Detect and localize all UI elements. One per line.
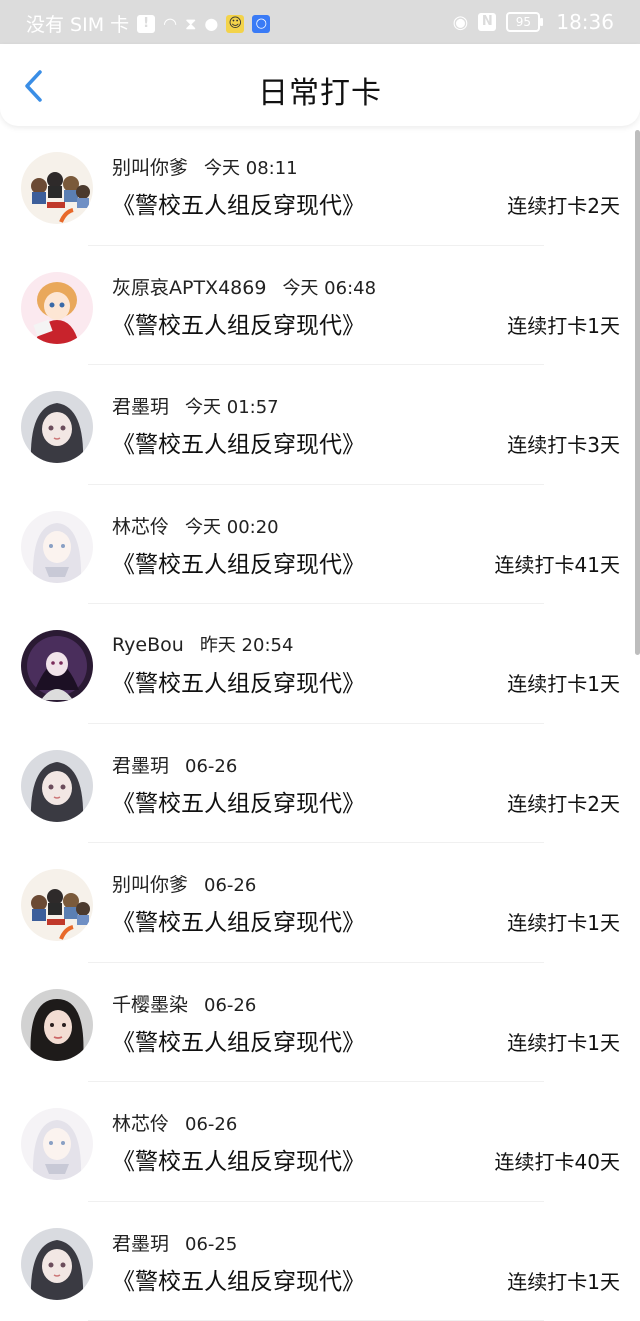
checkin-time: 06-26 [204,875,256,896]
streak-count: 连续打卡3天 [507,429,620,458]
checkin-meta: 君墨玥 06-26 [112,751,237,778]
bulb-icon: ○ [252,15,270,33]
checkin-time: 06-26 [185,1114,237,1135]
book-title[interactable]: 《警校五人组反穿现代》 [112,186,365,220]
checkin-row[interactable]: 灰原哀APTX4869 今天 06:48 《警校五人组反穿现代》 连续打卡1天 [0,246,640,366]
nfc-icon: N [478,13,496,31]
username[interactable]: RyeBou [112,634,184,656]
streak-count: 连续打卡1天 [507,1027,620,1056]
checkin-row[interactable]: RyeBou 昨天 20:54 《警校五人组反穿现代》 连续打卡1天 [0,604,640,724]
username[interactable]: 林芯伶 [112,1113,169,1135]
checkin-row[interactable]: 别叫你爹今天 08:11 《警校五人组反穿现代》 连续打卡2天 [0,126,640,246]
battery-icon: 95 [506,12,540,32]
username[interactable]: 林芯伶 [112,516,169,538]
app-header: 日常打卡 [0,44,640,126]
avatar[interactable] [21,869,93,941]
avatar[interactable] [21,750,93,822]
streak-count: 连续打卡40天 [495,1146,620,1175]
checkin-time: 06-26 [204,995,256,1016]
wifi-icon: ◠ [163,14,177,33]
checkin-row[interactable]: 别叫你爹 06-26 《警校五人组反穿现代》 连续打卡1天 [0,843,640,963]
alert-icon: ! [137,15,155,33]
scrollbar[interactable] [635,130,640,655]
checkin-meta: 千樱墨染 06-26 [112,990,256,1017]
avatar[interactable] [21,989,93,1061]
wechat-icon: ● [204,14,218,33]
eye-icon: ◉ [453,12,469,33]
checkin-time: 今天 01:57 [185,397,279,418]
app-notification-icon: ☺ [226,15,244,33]
username[interactable]: 别叫你爹 [112,157,188,179]
streak-count: 连续打卡41天 [495,549,620,578]
username[interactable]: 别叫你爹 [112,874,188,896]
username[interactable]: 君墨玥 [112,1233,169,1255]
checkin-list[interactable]: 别叫你爹今天 08:11 《警校五人组反穿现代》 连续打卡2天 灰原哀APTX4… [0,126,640,1321]
streak-count: 连续打卡1天 [507,668,620,697]
streak-count: 连续打卡1天 [507,1266,620,1295]
username[interactable]: 君墨玥 [112,396,169,418]
hourglass-icon: ⧗ [185,14,196,34]
avatar[interactable] [21,511,93,583]
book-title[interactable]: 《警校五人组反穿现代》 [112,1142,365,1176]
username[interactable]: 千樱墨染 [112,994,188,1016]
streak-count: 连续打卡1天 [507,310,620,339]
checkin-row[interactable]: 千樱墨染 06-26 《警校五人组反穿现代》 连续打卡1天 [0,963,640,1083]
avatar[interactable] [21,1228,93,1300]
carrier-label: 没有 SIM 卡 [26,10,129,37]
book-title[interactable]: 《警校五人组反穿现代》 [112,306,365,340]
book-title[interactable]: 《警校五人组反穿现代》 [112,425,365,459]
checkin-time: 06-25 [185,1234,237,1255]
checkin-meta: 林芯伶 06-26 [112,1109,237,1136]
book-title[interactable]: 《警校五人组反穿现代》 [112,1023,365,1057]
checkin-row[interactable]: 君墨玥今天 01:57 《警校五人组反穿现代》 连续打卡3天 [0,365,640,485]
book-title[interactable]: 《警校五人组反穿现代》 [112,784,365,818]
book-title[interactable]: 《警校五人组反穿现代》 [112,903,365,937]
streak-count: 连续打卡2天 [507,190,620,219]
checkin-time: 昨天 20:54 [200,635,294,656]
username[interactable]: 君墨玥 [112,755,169,777]
checkin-meta: 林芯伶今天 00:20 [112,512,279,539]
checkin-time: 今天 00:20 [185,517,279,538]
battery-level: 95 [516,15,531,29]
checkin-row[interactable]: 林芯伶今天 00:20 《警校五人组反穿现代》 连续打卡41天 [0,485,640,605]
book-title[interactable]: 《警校五人组反穿现代》 [112,545,365,579]
checkin-meta: 灰原哀APTX4869 今天 06:48 [112,273,376,300]
checkin-row[interactable]: 林芯伶 06-26 《警校五人组反穿现代》 连续打卡40天 [0,1082,640,1202]
checkin-meta: 君墨玥今天 01:57 [112,392,279,419]
checkin-meta: 别叫你爹今天 08:11 [112,153,298,180]
avatar[interactable] [21,272,93,344]
checkin-meta: RyeBou 昨天 20:54 [112,631,293,657]
streak-count: 连续打卡1天 [507,907,620,936]
checkin-meta: 君墨玥 06-25 [112,1229,237,1256]
avatar[interactable] [21,152,93,224]
checkin-time: 今天 06:48 [282,278,376,299]
page-title: 日常打卡 [0,68,640,112]
clock: 18:36 [556,10,614,34]
streak-count: 连续打卡2天 [507,788,620,817]
avatar[interactable] [21,391,93,463]
username[interactable]: 灰原哀APTX4869 [112,277,266,299]
avatar[interactable] [21,630,93,702]
avatar[interactable] [21,1108,93,1180]
checkin-meta: 别叫你爹 06-26 [112,870,256,897]
checkin-time: 06-26 [185,756,237,777]
checkin-row[interactable]: 君墨玥 06-25 《警校五人组反穿现代》 连续打卡1天 [0,1202,640,1321]
status-bar: 没有 SIM 卡 ! ◠ ⧗ ● ☺ ○ ◉ N 95 18:36 [0,0,640,44]
book-title[interactable]: 《警校五人组反穿现代》 [112,664,365,698]
book-title[interactable]: 《警校五人组反穿现代》 [112,1262,365,1296]
checkin-row[interactable]: 君墨玥 06-26 《警校五人组反穿现代》 连续打卡2天 [0,724,640,844]
checkin-time: 今天 08:11 [204,158,298,179]
